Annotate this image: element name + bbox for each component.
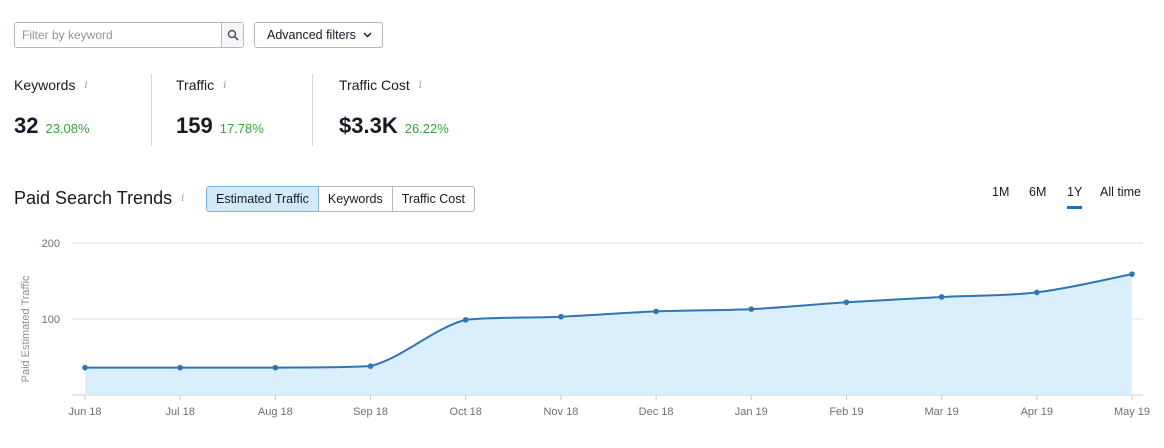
keyword-filter-input[interactable] <box>15 23 221 47</box>
period-selector: 1M 6M 1Y All time <box>0 185 1164 215</box>
data-point[interactable] <box>1129 271 1135 277</box>
metric-keywords-delta: 23.08% <box>45 121 90 136</box>
x-tick-label: Feb 19 <box>829 406 863 418</box>
search-button[interactable] <box>221 23 243 47</box>
metric-keywords-value: 32 <box>14 113 39 138</box>
data-point[interactable] <box>843 299 850 306</box>
advanced-filters-label: Advanced filters <box>267 28 356 42</box>
x-tick-label: May 19 <box>1114 406 1150 418</box>
chevron-down-icon <box>363 32 372 38</box>
x-tick-label: Aug 18 <box>258 406 293 418</box>
metric-traffic-delta: 17.78% <box>219 121 264 136</box>
data-point[interactable] <box>272 364 279 371</box>
metric-traffic-cost-delta: 26.22% <box>404 121 449 136</box>
metric-traffic-cost-label: Traffic Cost <box>339 77 410 93</box>
paid-traffic-chart: Paid Estimated Traffic 100 200 Jun 18 Jul … <box>20 238 1150 418</box>
search-icon <box>227 29 238 41</box>
metric-traffic-cost-value: $3.3K <box>339 113 398 138</box>
data-point[interactable] <box>938 294 945 300</box>
metric-traffic: Traffic i 159 17.78% <box>151 74 312 146</box>
metric-keywords: Keywords i 32 23.08% <box>14 74 151 146</box>
x-tick-label: Oct 18 <box>450 406 482 418</box>
period-all-time[interactable]: All time <box>1100 185 1141 199</box>
x-tick-label: Jun 18 <box>68 406 101 418</box>
info-icon[interactable]: i <box>419 80 422 91</box>
data-point[interactable] <box>177 364 183 371</box>
x-tick-label: Sep 18 <box>353 406 388 418</box>
traffic-area <box>85 274 1132 395</box>
y-axis-label: Paid Estimated Traffic <box>20 275 32 382</box>
x-tick-label: Jul 18 <box>166 406 195 418</box>
x-tick-label: Mar 19 <box>925 406 959 418</box>
x-tick-label: Dec 18 <box>639 406 674 418</box>
data-point[interactable] <box>653 308 659 315</box>
data-point[interactable] <box>462 316 469 323</box>
period-6m[interactable]: 6M <box>1029 185 1046 199</box>
data-point[interactable] <box>558 313 564 320</box>
x-tick-label: Jan 19 <box>735 406 768 418</box>
y-tick-label: 200 <box>42 238 60 250</box>
keyword-search <box>14 22 244 48</box>
period-1y[interactable]: 1Y <box>1067 185 1083 209</box>
filter-row: Advanced filters <box>14 22 383 48</box>
advanced-filters-button[interactable]: Advanced filters <box>254 22 383 48</box>
y-tick-label: 100 <box>42 314 60 326</box>
metric-traffic-value: 159 <box>176 113 213 138</box>
x-tick-label: Apr 19 <box>1021 406 1053 418</box>
metric-traffic-cost: Traffic Cost i $3.3K 26.22% <box>312 74 512 146</box>
tab-estimated-traffic[interactable]: Estimated Traffic <box>206 186 319 212</box>
info-icon[interactable]: i <box>223 80 226 91</box>
metric-keywords-label: Keywords <box>14 77 76 93</box>
data-point[interactable] <box>748 306 755 312</box>
data-point[interactable] <box>367 363 374 369</box>
info-icon[interactable]: i <box>84 80 87 91</box>
data-point[interactable] <box>1034 289 1040 296</box>
period-1m[interactable]: 1M <box>992 185 1009 199</box>
metrics-summary: Keywords i 32 23.08% Traffic i 159 17.78… <box>14 74 512 146</box>
metric-traffic-label: Traffic <box>176 77 215 93</box>
data-point[interactable] <box>82 364 88 371</box>
x-tick-label: Nov 18 <box>543 406 578 418</box>
